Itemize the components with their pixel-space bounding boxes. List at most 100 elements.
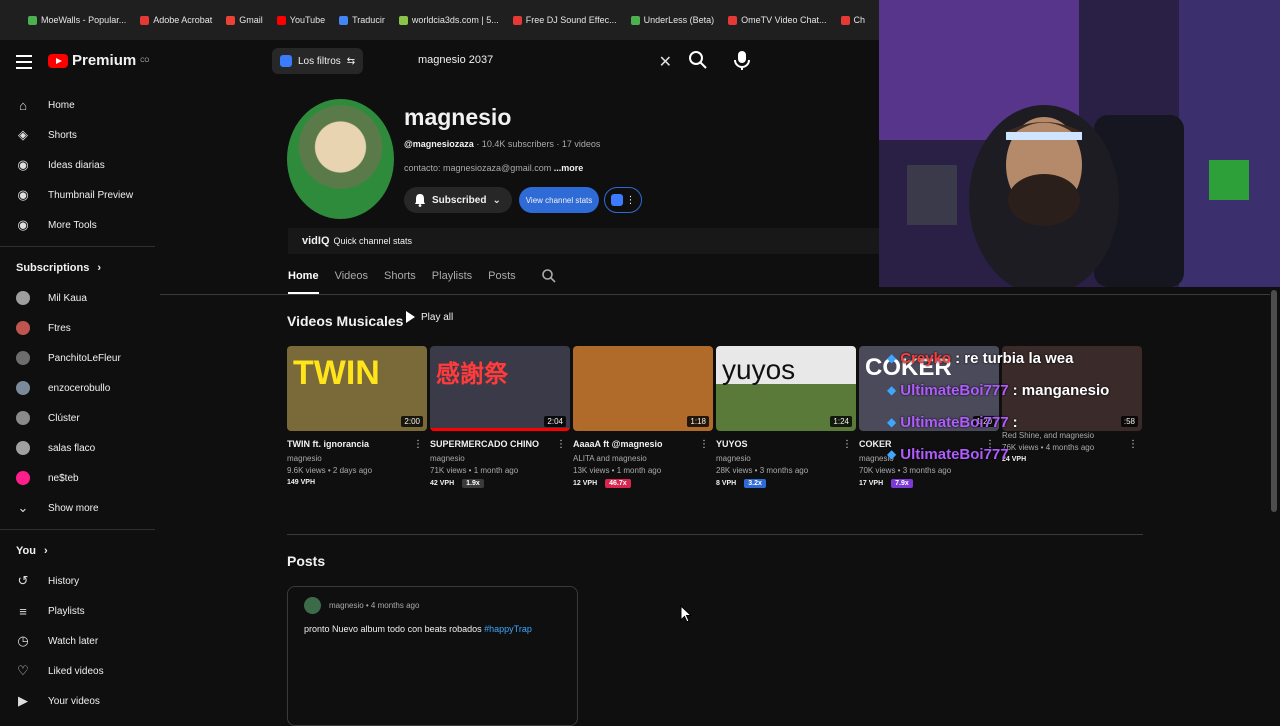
voice-search-button[interactable] (732, 48, 752, 72)
video-thumbnail[interactable]: yuyos 1:24 (716, 346, 856, 431)
more-vert-icon[interactable]: ⋮ (842, 439, 852, 450)
bookmark-item[interactable]: Traducir (339, 15, 385, 25)
quick-stats-label: Quick channel stats (333, 236, 413, 246)
bookmark-item[interactable]: Gmail (226, 15, 263, 25)
more-vert-icon[interactable]: ⋮ (556, 439, 566, 450)
filters-button[interactable]: Los filtros ⇆ (272, 48, 364, 74)
sidebar-item[interactable]: PanchitoLeFleur (0, 343, 155, 373)
search-input[interactable]: magnesio 2037 ✕ (408, 46, 684, 74)
sidebar-item[interactable]: ne$teb (0, 463, 155, 493)
bookmark-item[interactable]: Free DJ Sound Effec... (512, 15, 617, 25)
webcam-overlay (879, 0, 1280, 287)
clear-search-icon[interactable]: ✕ (659, 52, 672, 72)
sidebar-item[interactable]: enzocerobullo (0, 373, 155, 403)
sidebar-item[interactable]: ◈ Shorts (0, 120, 155, 150)
sidebar-item[interactable]: ◉ Thumbnail Preview (0, 180, 155, 210)
tab-posts[interactable]: Posts (488, 266, 516, 294)
vidiq-menu-button[interactable]: ⋮ (604, 187, 642, 213)
sidebar-item[interactable]: ◷ Watch later (0, 626, 155, 656)
more-vert-icon[interactable]: ⋮ (413, 439, 423, 450)
video-title[interactable]: SUPERMERCADO CHINO (430, 439, 570, 449)
vidiq-icon: ◉ (17, 187, 29, 202)
video-channel[interactable]: magnesio (716, 454, 856, 463)
top-bar: Premium CO Los filtros ⇆ magnesio 2037 ✕ (0, 40, 880, 84)
post-card[interactable]: magnesio • 4 months ago pronto Nuevo alb… (287, 586, 578, 726)
chevron-down-icon: ⌄ (492, 194, 501, 206)
sidebar-item-label: Ftres (48, 322, 71, 334)
channel-search-icon[interactable] (541, 268, 557, 284)
sidebar-item[interactable]: ▶ Your videos (0, 686, 155, 716)
vidiq-vph-row: 149 VPH (287, 479, 427, 486)
tab-videos[interactable]: Videos (335, 266, 368, 294)
sidebar-item[interactable]: Mil Kaua (0, 283, 155, 313)
more-vert-icon[interactable]: ⋮ (699, 439, 709, 450)
sidebar-item[interactable]: ◉ More Tools (0, 210, 155, 240)
bookmark-item[interactable]: worldcia3ds.com | 5... (398, 15, 499, 25)
channel-tabs: Home Videos Shorts Playlists Posts (288, 266, 532, 294)
channel-description[interactable]: contacto: magnesiozaza@gmail.com ...more (404, 163, 583, 173)
video-card[interactable]: 1:18 AaaaA ft @magnesio ⋮ ALITA and magnesi… (573, 346, 713, 488)
video-title[interactable]: TWIN ft. ignorancia (287, 439, 427, 449)
vidiq-icon: ◉ (17, 217, 29, 232)
view-channel-stats-button[interactable]: View channel stats (519, 187, 599, 213)
sidebar-item[interactable]: ≡ Playlists (0, 596, 155, 626)
channel-handle[interactable]: @magnesiozaza (404, 139, 474, 149)
video-channel[interactable]: magnesio (287, 454, 427, 463)
chat-message: ◆ UltimateBoi777: manganesio (887, 374, 1187, 406)
video-title[interactable]: AaaaA ft @magnesio (573, 439, 713, 449)
bookmark-label: Gmail (239, 15, 263, 25)
bookmark-item[interactable]: UnderLess (Beta) (630, 15, 714, 25)
video-thumbnail[interactable]: 感謝祭 2:04 (430, 346, 570, 431)
bookmark-label: YouTube (289, 15, 326, 25)
vph-value: 17 VPH (859, 480, 884, 487)
chat-badge-icon: ◆ (887, 383, 897, 397)
youtube-premium-logo[interactable]: Premium CO (48, 52, 149, 69)
subscribed-button[interactable]: Subscribed ⌄ (404, 187, 512, 213)
subscriptions-heading[interactable]: Subscriptions › (0, 253, 155, 283)
sidebar-item-label: Playlists (48, 605, 85, 617)
more-link[interactable]: ...more (554, 163, 584, 173)
hashtag-link[interactable]: #happyTrap (484, 624, 532, 634)
bookmark-item[interactable]: OmeTV Video Chat... (728, 15, 827, 25)
tab-playlists[interactable]: Playlists (432, 266, 472, 294)
sidebar-item-label: Watch later (48, 635, 99, 647)
stats-button-label: View channel stats (525, 195, 593, 205)
tab-home[interactable]: Home (288, 266, 319, 294)
video-card[interactable]: yuyos 1:24 YUYOS ⋮ magnesio 28K views • 3 mon… (716, 346, 856, 488)
sidebar-divider (0, 246, 155, 247)
search-button[interactable] (686, 48, 710, 72)
video-card[interactable]: 感謝祭 2:04 SUPERMERCADO CHINO ⋮ magnesio 71K vi… (430, 346, 570, 488)
bookmark-item[interactable]: Ch (840, 15, 865, 25)
sidebar-item[interactable]: ◉ Ideas diarias (0, 150, 155, 180)
channel-avatar[interactable] (287, 99, 394, 219)
sidebar-item[interactable]: Clúster (0, 403, 155, 433)
sidebar-item[interactable]: ↺ History (0, 566, 155, 596)
sidebar-item[interactable]: ⌂ Home (0, 90, 155, 120)
page-scrollbar[interactable] (1271, 290, 1277, 512)
bookmark-item[interactable]: YouTube (276, 15, 326, 25)
play-all-button[interactable]: Play all (406, 311, 453, 323)
video-title[interactable]: YUYOS (716, 439, 856, 449)
sidebar-item-label: Clúster (48, 412, 80, 424)
bookmark-item[interactable]: Adobe Acrobat (140, 15, 212, 25)
video-thumbnail[interactable]: TWIN 2:00 (287, 346, 427, 431)
bookmark-item[interactable]: MoeWalls - Popular... (28, 15, 126, 25)
bookmark-favicon-icon (339, 15, 349, 25)
video-card[interactable]: TWIN 2:00 TWIN ft. ignorancia ⋮ magnesio 9.6K… (287, 346, 427, 488)
tab-shorts[interactable]: Shorts (384, 266, 416, 294)
post-author-name[interactable]: magnesio (329, 601, 364, 610)
post-avatar[interactable] (304, 597, 321, 614)
hamburger-menu-icon[interactable] (14, 52, 34, 72)
sidebar-item[interactable]: ⌄ Show more (0, 493, 155, 523)
video-thumbnail[interactable]: 1:18 (573, 346, 713, 431)
you-heading[interactable]: You › (0, 536, 155, 566)
chat-message: ◆ UltimateBoi777: (887, 406, 1187, 438)
sidebar-item[interactable]: Ftres (0, 313, 155, 343)
sidebar-item[interactable]: ♡ Liked videos (0, 656, 155, 686)
video-channel[interactable]: magnesio (430, 454, 570, 463)
sidebar: ⌂ Home ◈ Shorts ◉ Ideas diarias ◉ Thumbnail Pre… (0, 90, 155, 716)
vidiq-quick-stats-bar[interactable]: vidIQ Quick channel stats (288, 228, 880, 254)
video-channel[interactable]: ALITA and magnesio (573, 454, 713, 463)
bell-icon (415, 194, 425, 207)
sidebar-item[interactable]: salas flaco (0, 433, 155, 463)
